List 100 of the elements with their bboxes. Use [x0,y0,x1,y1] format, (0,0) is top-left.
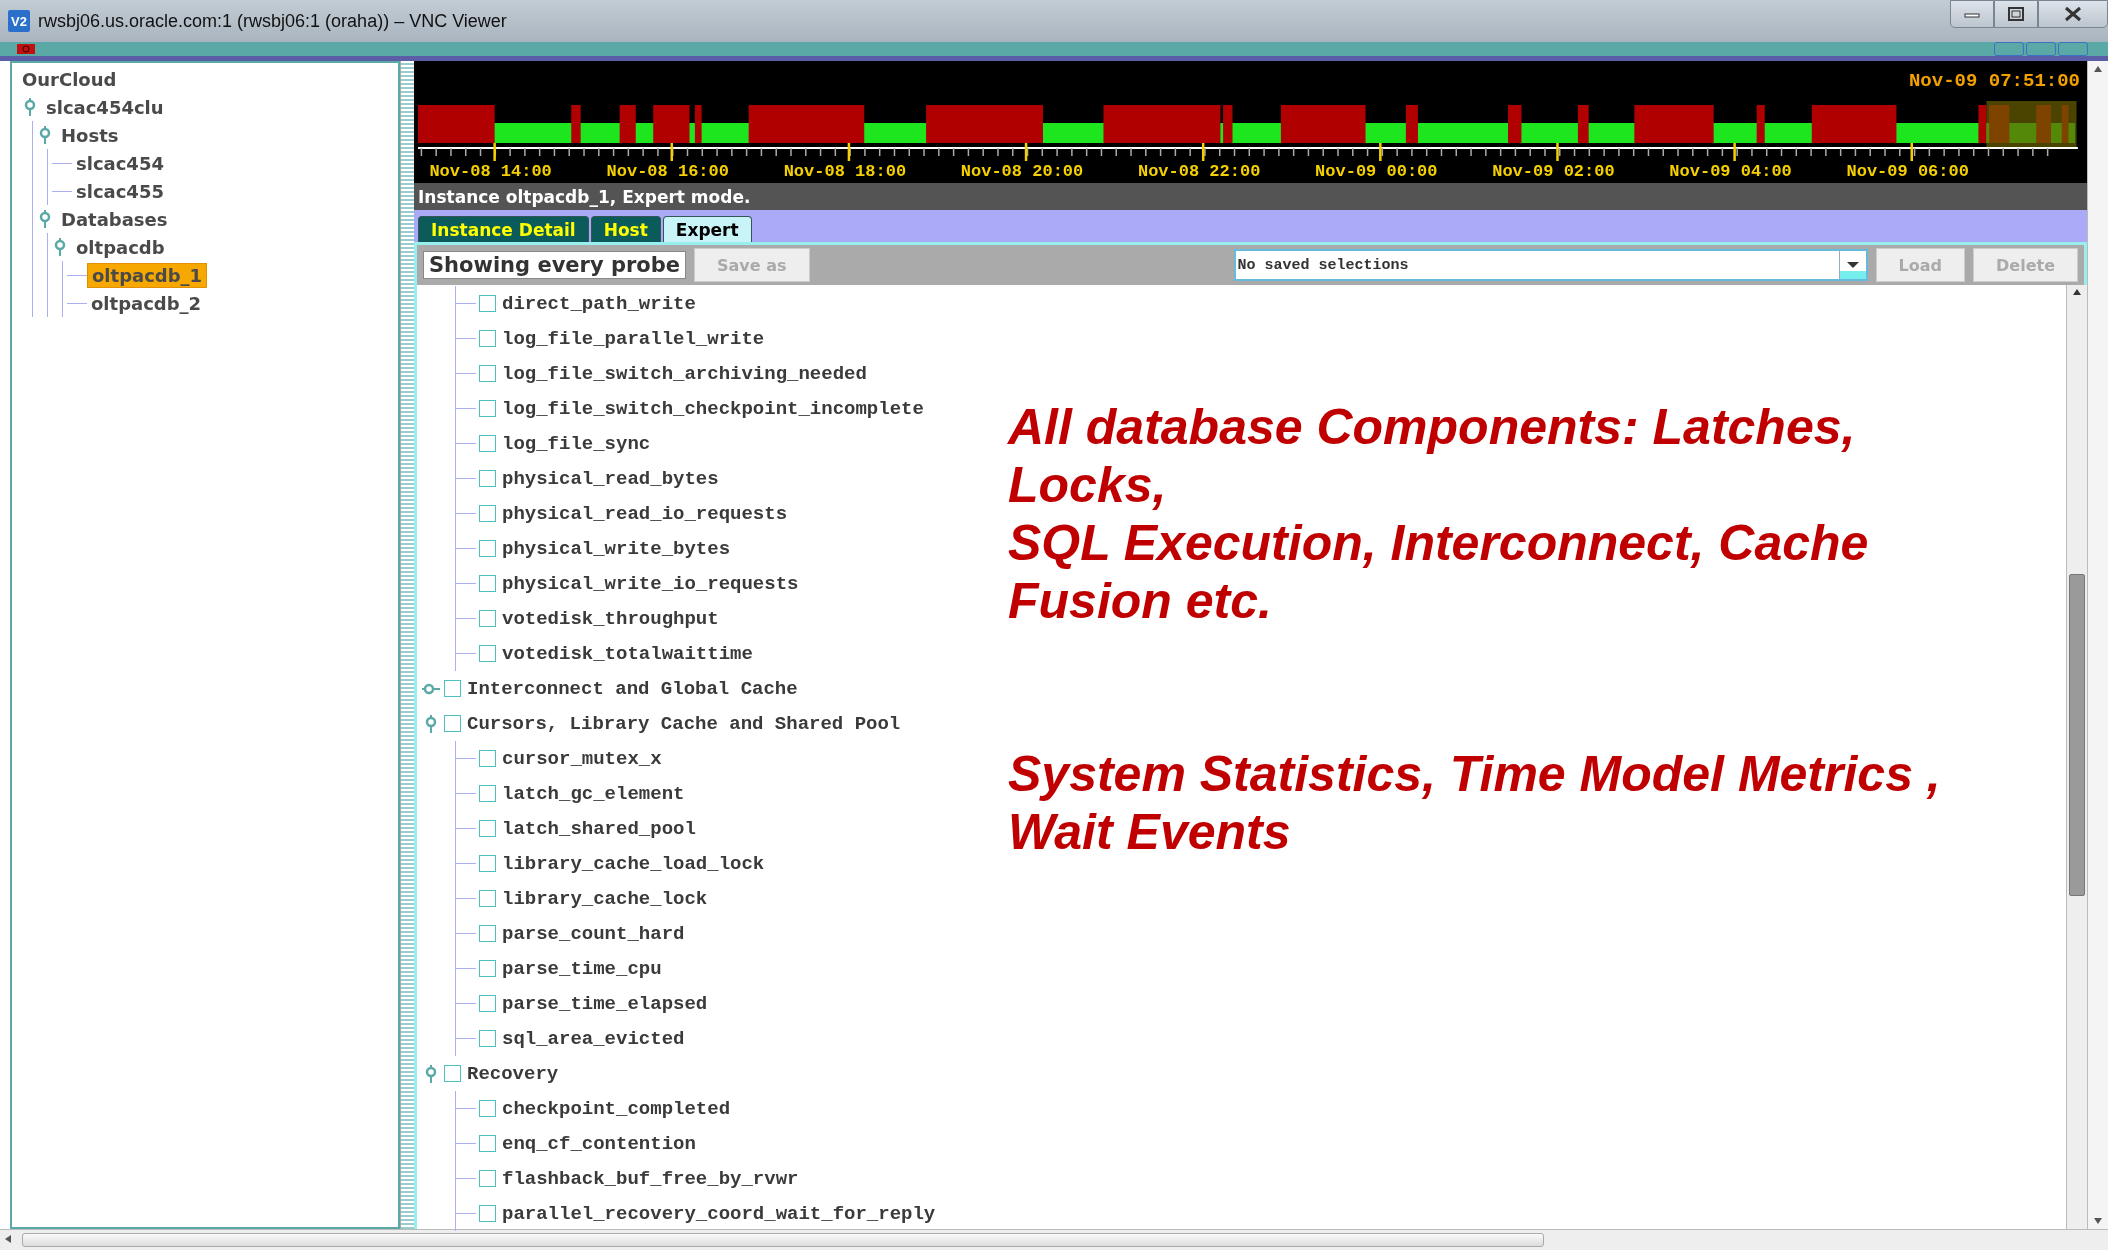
maximize-icon [2007,6,2025,22]
checkbox[interactable] [479,1135,496,1152]
probe-label: physical_write_bytes [502,537,731,560]
selection-dropdown[interactable]: No saved selections [1233,249,1868,281]
checkbox[interactable] [479,890,496,907]
probe-label: parse_time_cpu [502,957,662,980]
window-title: rwsbj06.us.oracle.com:1 (rwsbj06:1 (oraha)) – VNC Viewer [38,10,508,32]
probe-label: library_cache_load_lock [502,852,765,875]
probe-label: cursor_mutex_x [502,747,662,770]
probe-label: log_file_parallel_write [502,327,765,350]
checkbox[interactable] [479,435,496,452]
probe-label: votedisk_totalwaittime [502,642,753,665]
probe-label: parallel_recovery_coord_wait_for_reply [502,1202,936,1225]
checkbox[interactable] [479,575,496,592]
caret-icon[interactable] [1838,251,1866,279]
probe-label: parse_time_elapsed [502,992,708,1015]
scroll-thumb[interactable] [22,1233,1544,1247]
checkbox[interactable] [479,505,496,522]
probe-label: checkpoint_completed [502,1097,731,1120]
probe-label: log_file_sync [502,432,651,455]
time-window-overlay[interactable] [1986,101,2077,147]
probe-label: parse_count_hard [502,922,685,945]
time-label: Nov-09 04:00 [1669,162,1792,181]
tab[interactable]: Host [590,216,661,242]
checkbox[interactable] [479,925,496,942]
checkbox[interactable] [479,330,496,347]
maximize-button[interactable] [1994,0,2038,28]
time-label: Nov-09 00:00 [1315,162,1438,181]
tree-item[interactable]: Hosts [57,123,123,147]
checkbox[interactable] [479,1100,496,1117]
tree-item[interactable]: oltpacdb_2 [87,291,206,315]
tree-item[interactable]: slcac454 [72,151,168,175]
checkbox[interactable] [479,365,496,382]
probe-label: direct_path_write [502,292,696,315]
checkbox[interactable] [444,1065,461,1082]
tree-item[interactable]: Databases [57,207,172,231]
tree-item[interactable]: slcac454clu [42,95,168,119]
probe-label: physical_read_io_requests [502,502,788,525]
checkbox[interactable] [479,995,496,1012]
checkbox[interactable] [479,1170,496,1187]
tree-item[interactable]: OurCloud [18,67,121,91]
scroll-thumb[interactable] [2069,574,2085,896]
checkbox[interactable] [479,400,496,417]
checkbox[interactable] [479,960,496,977]
probe-label: library_cache_lock [502,887,708,910]
probe-label: enq_cf_contention [502,1132,696,1155]
group-label: Cursors, Library Cache and Shared Pool [467,712,901,735]
time-label: Nov-09 06:00 [1846,162,1969,181]
close-icon [2063,6,2083,22]
splitter[interactable] [400,61,414,1229]
annotation-text: System Statistics, Time Model Metrics , Wait Events [1008,745,1941,861]
probe-label: flashback_buf_free_by_rvwr [502,1167,799,1190]
group-label: Interconnect and Global Cache [467,677,798,700]
probe-label: latch_gc_element [502,782,685,805]
checkbox[interactable] [479,1030,496,1047]
status-text: Instance oltpacdb_1, Expert mode. [418,186,751,207]
checkbox[interactable] [479,820,496,837]
time-label: Nov-09 02:00 [1492,162,1615,181]
scroll-left-icon[interactable] [4,1234,12,1246]
app-menu-icon[interactable] [16,43,36,55]
time-label: Nov-08 18:00 [783,162,907,181]
probe-label: physical_read_bytes [502,467,719,490]
maximize-icon[interactable] [2026,42,2056,56]
tab[interactable]: Expert [662,216,752,242]
checkbox[interactable] [479,470,496,487]
checkbox[interactable] [479,855,496,872]
scroll-up-icon[interactable] [2093,65,2103,73]
checkbox[interactable] [479,540,496,557]
checkbox[interactable] [479,1205,496,1222]
probe-label: log_file_switch_archiving_needed [502,362,867,385]
checkbox[interactable] [444,680,461,697]
probe-label: votedisk_throughput [502,607,719,630]
probe-label: physical_write_io_requests [502,572,799,595]
checkbox[interactable] [479,645,496,662]
collapsed-handle-icon[interactable] [421,681,441,696]
checkbox[interactable] [479,295,496,312]
scroll-down-icon[interactable] [2093,1217,2103,1225]
filter-label: Showing every probe [423,251,686,279]
checkbox[interactable] [479,610,496,627]
probe-label: log_file_switch_checkpoint_incomplete [502,397,924,420]
current-time: Nov-09 07:51:00 [1908,70,2080,92]
time-label: Nov-08 16:00 [606,162,729,181]
tree-item[interactable]: oltpacdb [72,235,169,259]
checkbox[interactable] [479,750,496,767]
probe-label: sql_area_evicted [502,1027,685,1050]
time-label: Nov-08 22:00 [1137,162,1261,181]
minimize-icon[interactable] [1994,42,2024,56]
tab[interactable]: Instance Detail [418,216,589,242]
checkbox[interactable] [444,715,461,732]
time-label: Nov-08 20:00 [960,162,1084,181]
time-label: Nov-08 14:00 [429,162,552,181]
tree-item[interactable]: slcac455 [72,179,168,203]
scroll-up-icon[interactable] [2072,288,2082,296]
close-icon[interactable] [2058,42,2088,56]
close-button[interactable] [2038,0,2108,28]
checkbox[interactable] [479,785,496,802]
group-label: Recovery [467,1062,559,1085]
probe-label: latch_shared_pool [502,817,696,840]
app-icon: V2 [8,10,30,32]
tree-item[interactable]: oltpacdb_1 [87,262,208,288]
